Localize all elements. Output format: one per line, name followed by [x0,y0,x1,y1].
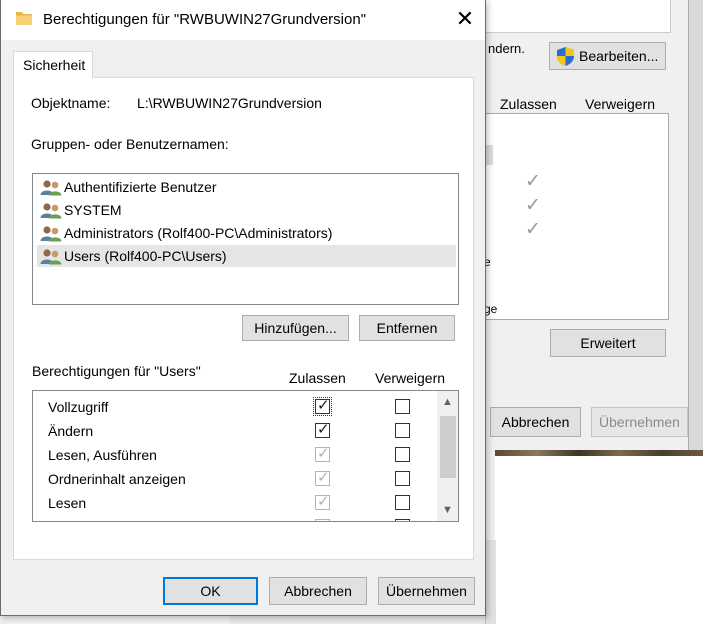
permission-label: Ändern [48,423,94,439]
deny-checkbox[interactable] [395,399,410,414]
permission-label: Ordnerinhalt anzeigen [48,471,186,487]
group-item-administrators[interactable]: Administrators (Rolf400-PC\Administrator… [37,222,456,244]
allow-checkbox: ✓ [315,469,330,486]
group-item-system[interactable]: SYSTEM [37,199,456,221]
scroll-up-icon[interactable]: ▲ [437,391,458,413]
deny-column-header: Verweigern [375,370,446,386]
deny-checkbox[interactable] [395,519,410,521]
background-edit-label: Bearbeiten... [579,48,659,64]
deny-checkbox[interactable] [395,447,410,462]
background-apply-button: Übernehmen [591,407,688,437]
desktop-area [495,456,703,624]
allow-checkbox[interactable]: ✓ [313,397,332,416]
group-label: SYSTEM [64,202,122,218]
group-item-authenticated-users[interactable]: Authentifizierte Benutzer [37,176,456,198]
uac-shield-icon [557,47,574,66]
checkmark-icon: ✓ [317,445,330,462]
apply-button[interactable]: Übernehmen [378,577,475,605]
permission-row-read-execute: Lesen, Ausführen ✓ [33,442,438,466]
ok-button[interactable]: OK [163,577,258,605]
group-label: Authentifizierte Benutzer [64,179,217,195]
background-partial-text: ge [484,302,498,316]
permissions-scrollbar[interactable]: ▲ ▼ [437,391,458,521]
dialog-titlebar[interactable]: Berechtigungen für "RWBUWIN27Grundversio… [1,0,485,40]
deny-checkbox[interactable] [395,495,410,510]
allow-checkbox [315,519,330,521]
background-top-listbox [480,0,671,33]
add-button[interactable]: Hinzufügen... [242,315,349,341]
group-label: Administrators (Rolf400-PC\Administrator… [64,225,333,241]
object-name-label: Objektname: [31,95,111,111]
background-deny-header: Verweigern [585,96,656,112]
permission-row-list-folder: Ordnerinhalt anzeigen ✓ [33,466,438,490]
checkmark-icon: ✓ [525,219,541,240]
close-icon[interactable]: ✕ [453,6,477,32]
dialog-title: Berechtigungen für "RWBUWIN27Grundversio… [43,11,367,28]
scroll-down-icon[interactable]: ▼ [437,499,458,521]
cancel-button[interactable]: Abbrechen [269,577,367,605]
background-advanced-button[interactable]: Erweitert [550,329,666,357]
checkmark-icon: ✓ [317,397,330,414]
background-window-edge [688,0,703,455]
permission-row-modify: Ändern ✓ [33,418,438,442]
deny-checkbox[interactable] [395,471,410,486]
checkmark-icon: ✓ [525,195,541,216]
permission-row-read: Lesen ✓ [33,490,438,514]
checkmark-icon: ✓ [317,421,330,438]
background-cancel-button[interactable]: Abbrechen [490,407,581,437]
background-allow-header: Zulassen [500,96,557,112]
tab-security[interactable]: Sicherheit [13,51,93,78]
checkmark-icon: ✓ [525,171,541,192]
allow-checkbox: ✓ [315,493,330,510]
checkmark-icon: ✓ [317,493,330,510]
permission-label: Lesen, Ausführen [48,447,157,463]
allow-column-header: Zulassen [289,370,346,386]
permissions-listbox[interactable]: Vollzugriff ✓ Ändern ✓ Lesen, Ausführen … [32,390,459,522]
checkmark-icon: ✓ [317,469,330,486]
folder-icon [16,12,32,25]
deny-checkbox[interactable] [395,423,410,438]
background-aendern-text: ndern. [488,41,525,56]
permission-label: Vollzugriff [48,399,109,415]
scroll-thumb[interactable] [440,416,456,478]
allow-checkbox: ✓ [315,445,330,462]
permission-row-partial [33,514,438,521]
groups-label: Gruppen- oder Benutzernamen: [31,136,229,152]
background-edit-button[interactable]: Bearbeiten... [549,42,666,70]
users-icon [40,203,62,219]
permissions-dialog: Berechtigungen für "RWBUWIN27Grundversio… [0,0,486,616]
background-window-lower-edge [230,616,490,624]
object-name-value: L:\RWBUWIN27Grundversion [137,95,322,111]
users-icon [40,226,62,242]
group-item-users[interactable]: Users (Rolf400-PC\Users) [37,245,456,267]
allow-checkbox[interactable]: ✓ [315,421,330,438]
permission-row-full-control: Vollzugriff ✓ [33,394,438,418]
background-permissions-list [480,113,669,320]
permissions-title: Berechtigungen für "Users" [32,363,201,379]
permission-label: Lesen [48,495,87,511]
background-window-lower-side [485,540,496,624]
users-icon [40,249,62,265]
users-icon [40,180,62,196]
groups-listbox[interactable]: Authentifizierte Benutzer SYSTEM Adminis… [32,173,459,305]
remove-button[interactable]: Entfernen [359,315,455,341]
group-label: Users (Rolf400-PC\Users) [64,248,227,264]
